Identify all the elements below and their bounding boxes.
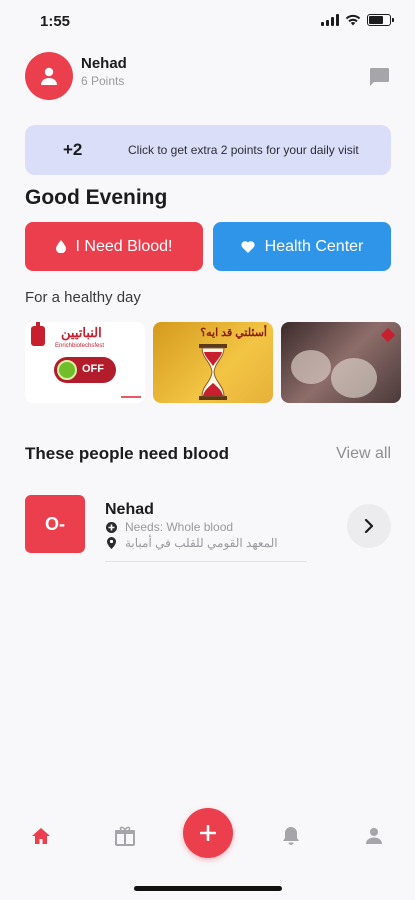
hourglass-icon (199, 344, 227, 400)
user-points: 6 Points (81, 73, 125, 88)
blood-type-badge: O- (25, 495, 85, 553)
location-pin-icon (105, 537, 117, 549)
card-heading: أسئلتي قد ايه؟ (200, 327, 267, 339)
location-line: المعهد القومي للقلب في أمبابة (105, 536, 278, 550)
location-text: المعهد القومي للقلب في أمبابة (125, 536, 278, 550)
signal-icon (321, 14, 339, 26)
points-badge: +2 (63, 140, 83, 159)
blood-drop-icon (55, 240, 66, 253)
health-card-blood-donors[interactable] (281, 322, 401, 403)
greeting: Good Evening (25, 186, 168, 209)
daily-points-banner[interactable]: +2 Click to get extra 2 points for your … (25, 125, 391, 175)
off-toggle: OFF (54, 357, 116, 383)
profile-icon (366, 828, 382, 844)
need-blood-label: I Need Blood! (75, 237, 173, 255)
needs-text: Needs: Whole blood (125, 520, 234, 534)
health-center-button[interactable]: Health Center (213, 222, 391, 271)
card-subtitle: Enrichbiotechsfest (55, 343, 105, 349)
healthy-day-title: For a healthy day (25, 289, 141, 306)
card-heading: النباتيين (61, 325, 102, 340)
bell-icon (283, 827, 299, 845)
profile-header[interactable]: Nehad 6 Points (25, 52, 127, 100)
open-request-button[interactable] (347, 504, 391, 548)
add-icon (200, 825, 216, 841)
wifi-icon (345, 14, 361, 26)
people-need-title: These people need blood (25, 444, 230, 463)
user-icon (41, 67, 57, 85)
need-blood-button[interactable]: I Need Blood! (25, 222, 203, 271)
health-card-questions[interactable]: أسئلتي قد ايه؟ (153, 322, 273, 403)
status-time: 1:55 (40, 13, 71, 30)
user-name: Nehad (81, 54, 127, 72)
home-icon (32, 828, 50, 844)
status-icons (321, 14, 394, 26)
add-request-button[interactable] (183, 808, 233, 858)
blood-request-item[interactable]: O- Nehad Needs: Whole blood المعهد القوم… (25, 495, 391, 565)
chat-button[interactable] (367, 66, 391, 88)
heart-icon (241, 240, 255, 253)
chat-icon (370, 68, 389, 86)
divider (105, 561, 307, 562)
tab-notifications[interactable] (277, 822, 305, 850)
bottom-tab-bar (0, 800, 415, 880)
photo-overlay (331, 358, 377, 398)
decorative-line (121, 396, 141, 398)
tab-profile[interactable] (360, 822, 388, 850)
status-bar: 1:55 (0, 0, 415, 44)
toggle-label: OFF (82, 363, 104, 375)
battery-icon (367, 14, 394, 26)
health-card-vegetarians[interactable]: النباتيين Enrichbiotechsfest OFF (25, 322, 145, 403)
needs-line: Needs: Whole blood (105, 520, 233, 534)
banner-text: Click to get extra 2 points for your dai… (128, 143, 359, 157)
tab-home[interactable] (27, 822, 55, 850)
photo-overlay (291, 350, 331, 384)
requester-name: Nehad (105, 501, 154, 518)
view-all-link[interactable]: View all (336, 445, 391, 463)
gift-icon (115, 826, 135, 846)
blood-bag-icon (31, 322, 45, 346)
tab-gifts[interactable] (111, 822, 139, 850)
plus-circle-icon (105, 521, 117, 533)
avatar[interactable] (25, 52, 73, 100)
health-center-label: Health Center (264, 237, 364, 255)
chevron-right-icon (364, 519, 374, 533)
home-indicator (134, 886, 282, 891)
red-accent (380, 327, 396, 343)
